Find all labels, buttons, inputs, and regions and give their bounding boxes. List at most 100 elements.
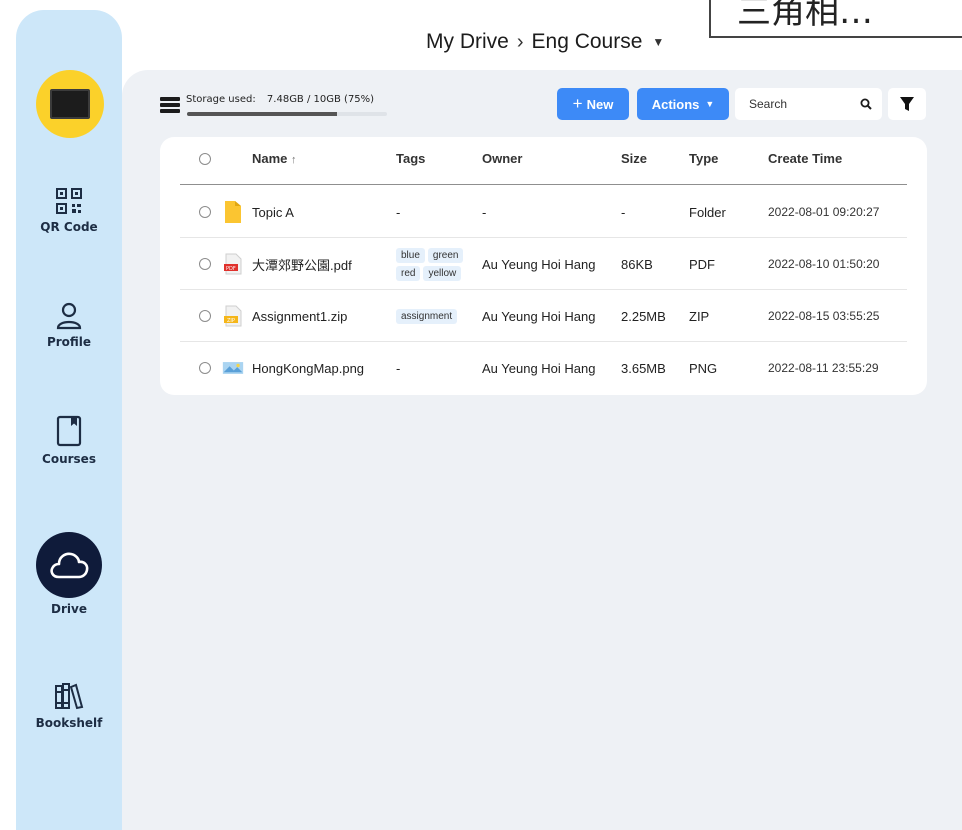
type-cell: PNG	[689, 360, 718, 376]
tag-chip[interactable]: yellow	[423, 265, 462, 281]
tags-empty: -	[396, 204, 401, 220]
file-name-cell[interactable]: ZIP Assignment1.zip	[222, 290, 347, 342]
table-row[interactable]: Topic A - - - Folder 2022-08-01 09:20:27	[180, 186, 907, 238]
owner-cell: Au Yeung Hoi Hang	[482, 308, 596, 324]
search-input[interactable]	[749, 97, 849, 111]
row-select-radio[interactable]	[199, 362, 211, 374]
create-time-cell: 2022-08-01 09:20:27	[768, 205, 880, 219]
new-button[interactable]: + New	[557, 88, 629, 120]
svg-text:ZIP: ZIP	[227, 318, 235, 324]
size-cell: 86KB	[621, 256, 653, 272]
sidebar-item-profile[interactable]: Profile	[16, 301, 122, 349]
breadcrumb-root[interactable]: My Drive	[426, 30, 509, 54]
size-cell: -	[621, 204, 626, 220]
size-cell: 3.65MB	[621, 360, 666, 376]
folder-icon	[222, 201, 244, 223]
sidebar-item-label: Profile	[46, 335, 92, 349]
column-header-tags[interactable]: Tags	[396, 151, 425, 166]
sidebar-item-label: QR Code	[40, 220, 98, 234]
file-name-cell[interactable]: PDF 大潭郊野公園.pdf	[222, 238, 352, 290]
file-name-cell[interactable]: HongKongMap.png	[222, 342, 364, 394]
app-logo[interactable]	[36, 70, 104, 138]
column-header-owner[interactable]: Owner	[482, 151, 522, 166]
cloud-icon	[50, 552, 89, 579]
table-row[interactable]: HongKongMap.png - Au Yeung Hoi Hang 3.65…	[180, 342, 907, 394]
breadcrumb-separator: ›	[516, 30, 524, 53]
file-name: 大潭郊野公園.pdf	[252, 257, 352, 273]
sidebar-item-label: Courses	[42, 452, 96, 466]
column-header-size[interactable]: Size	[621, 151, 647, 166]
sort-arrow-icon: ↑	[291, 154, 297, 166]
tags-cell: -	[396, 186, 400, 238]
create-time-cell: 2022-08-15 03:55:25	[768, 309, 880, 323]
table-row[interactable]: PDF 大潭郊野公園.pdf blue green red yellow Au Yeu…	[180, 238, 907, 290]
file-name: Assignment1.zip	[252, 308, 348, 324]
select-all-radio[interactable]	[199, 153, 211, 165]
sidebar-item-qr-code[interactable]: QR Code	[16, 186, 122, 234]
sidebar-item-drive[interactable]: Drive	[16, 532, 122, 616]
storage-value: 7.48GB / 10GB (75%)	[266, 94, 375, 105]
search-icon[interactable]	[860, 98, 872, 110]
file-name-cell[interactable]: Topic A	[222, 186, 294, 238]
breadcrumb-current[interactable]: Eng Course	[532, 30, 643, 54]
tags-cell: -	[396, 342, 400, 394]
type-cell: Folder	[689, 204, 726, 220]
search-box	[735, 88, 882, 120]
monitor-icon	[50, 89, 90, 119]
bookshelf-icon	[55, 683, 84, 710]
filter-icon	[900, 97, 914, 111]
sidebar-item-label: Bookshelf	[35, 716, 103, 730]
storage-bar	[187, 112, 387, 116]
pdf-icon: PDF	[222, 253, 244, 275]
create-time-cell: 2022-08-11 23:55:29	[768, 361, 879, 375]
create-time-cell: 2022-08-10 01:50:20	[768, 257, 880, 271]
table-header: Name ↑ Tags Owner Size Type Create Time	[180, 137, 907, 185]
image-icon	[222, 357, 244, 379]
tags-cell: assignment	[396, 290, 470, 342]
actions-button-label: Actions	[651, 96, 700, 112]
tags-empty: -	[396, 360, 401, 376]
tags-cell: blue green red yellow	[396, 238, 470, 290]
storage-bar-fill	[187, 112, 337, 116]
file-table: Name ↑ Tags Owner Size Type Create Time …	[160, 137, 927, 395]
type-cell: ZIP	[689, 308, 710, 324]
book-icon	[56, 415, 82, 447]
tag-chip[interactable]: red	[396, 265, 421, 281]
storage-label: Storage used:	[186, 94, 256, 105]
plus-icon: +	[572, 94, 583, 113]
tag-list: assignment	[396, 308, 470, 324]
row-select-radio[interactable]	[199, 206, 211, 218]
sidebar-item-label: Drive	[51, 602, 87, 616]
caret-down-icon: ▼	[705, 99, 715, 109]
storage-icon	[160, 97, 180, 113]
zip-icon: ZIP	[222, 305, 244, 327]
breadcrumb: My Drive › Eng Course ▼	[426, 28, 664, 56]
size-cell: 2.25MB	[621, 308, 666, 324]
row-select-radio[interactable]	[199, 258, 211, 270]
table-row[interactable]: ZIP Assignment1.zip assignment Au Yeung …	[180, 290, 907, 342]
column-header-create-time[interactable]: Create Time	[768, 151, 842, 166]
new-button-label: New	[586, 96, 614, 112]
overlay-box: 三角相…	[709, 0, 962, 38]
file-name: Topic A	[252, 204, 294, 220]
tag-list: blue green red yellow	[396, 247, 470, 281]
overlay-text: 三角相…	[737, 0, 873, 32]
sidebar: QR Code Profile Courses Drive Bookshelf	[16, 10, 122, 830]
tag-chip[interactable]: green	[427, 247, 464, 263]
filter-button[interactable]	[888, 88, 926, 120]
sidebar-item-courses[interactable]: Courses	[16, 414, 122, 466]
owner-cell: -	[482, 204, 487, 220]
caret-down-icon[interactable]: ▼	[652, 35, 664, 49]
type-cell: PDF	[689, 256, 715, 272]
tag-chip[interactable]: assignment	[396, 308, 458, 324]
qr-code-icon	[56, 188, 82, 214]
row-select-radio[interactable]	[199, 310, 211, 322]
column-header-type[interactable]: Type	[689, 151, 718, 166]
tag-chip[interactable]: blue	[396, 247, 425, 263]
file-name: HongKongMap.png	[252, 360, 365, 376]
svg-text:PDF: PDF	[226, 266, 236, 272]
storage-indicator: Storage used: 7.48GB / 10GB (75%)	[160, 94, 387, 116]
column-header-name[interactable]: Name ↑	[252, 151, 297, 166]
actions-button[interactable]: Actions ▼	[637, 88, 729, 120]
sidebar-item-bookshelf[interactable]: Bookshelf	[16, 680, 122, 730]
